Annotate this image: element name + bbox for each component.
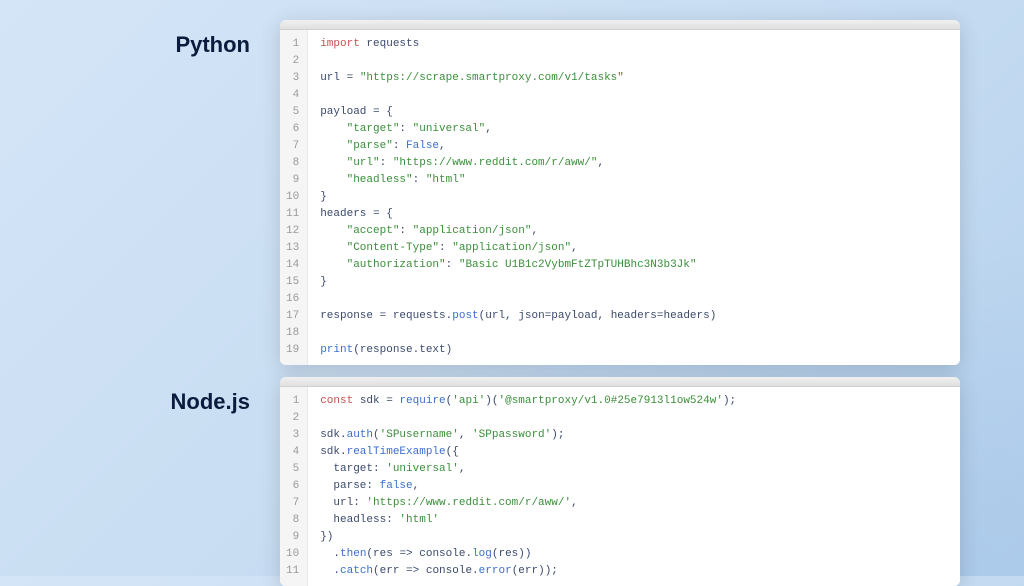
window-titlebar [280,20,960,30]
nodejs-code-content[interactable]: const sdk = require('api')('@smartproxy/… [308,387,748,586]
python-code-window: 12345678910111213141516171819 import req… [280,20,960,365]
window-titlebar [280,377,960,387]
python-code-content[interactable]: import requests url = "https://scrape.sm… [308,30,728,365]
nodejs-code-window: 1234567891011 const sdk = require('api')… [280,377,960,586]
line-number-gutter: 12345678910111213141516171819 [280,30,308,365]
nodejs-label: Node.js [40,377,250,415]
nodejs-section: Node.js 1234567891011 const sdk = requir… [40,377,984,586]
line-number-gutter: 1234567891011 [280,387,308,586]
python-label: Python [40,20,250,58]
page-container: Python 12345678910111213141516171819 imp… [0,0,1024,586]
python-section: Python 12345678910111213141516171819 imp… [40,20,984,365]
code-body: 1234567891011 const sdk = require('api')… [280,387,960,586]
code-body: 12345678910111213141516171819 import req… [280,30,960,365]
